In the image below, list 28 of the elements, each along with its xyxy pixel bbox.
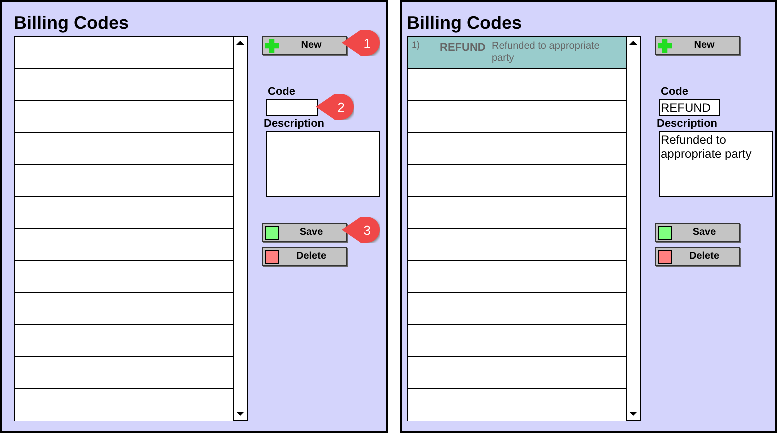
description-field[interactable]	[266, 131, 380, 197]
square-icon	[658, 226, 672, 240]
square-icon	[658, 250, 672, 264]
panel-title: Billing Codes	[407, 12, 524, 35]
delete-button[interactable]: Delete	[262, 247, 347, 266]
row-code: REFUND	[440, 42, 487, 54]
plus-icon	[658, 38, 672, 52]
code-label: Code	[268, 86, 296, 98]
square-icon	[265, 226, 279, 240]
save-button[interactable]: Save	[655, 223, 740, 242]
description-field[interactable]: Refunded to appropriate party	[659, 131, 773, 197]
new-button[interactable]: New	[655, 36, 740, 55]
description-label: Description	[657, 118, 718, 130]
save-button[interactable]: Save	[262, 223, 347, 242]
panel-title: Billing Codes	[14, 12, 130, 35]
callout-badge: 3	[342, 217, 380, 243]
new-button[interactable]: New	[262, 36, 347, 55]
code-field[interactable]	[266, 99, 318, 116]
code-field[interactable]: REFUND	[659, 99, 720, 116]
code-label: Code	[661, 86, 688, 98]
row-description: Refunded to appropriate party	[492, 41, 601, 65]
callout-badge: 1	[342, 30, 380, 56]
callout-badge: 2	[316, 94, 354, 120]
plus-icon	[265, 38, 279, 52]
square-icon	[265, 250, 279, 264]
row-number: 1)	[412, 40, 422, 50]
delete-button[interactable]: Delete	[655, 247, 740, 266]
description-label: Description	[264, 118, 325, 130]
